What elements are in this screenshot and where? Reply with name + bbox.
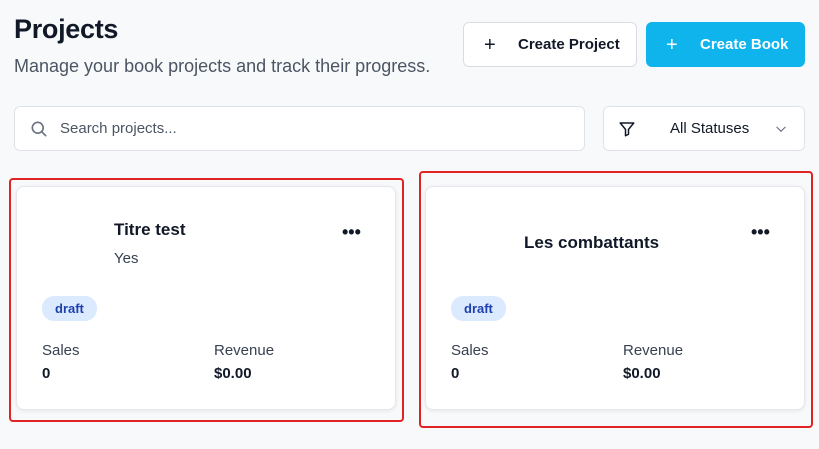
- sales-value: 0: [42, 365, 51, 382]
- project-card[interactable]: Les combattants ••• draft Sales 0 Revenu…: [425, 186, 805, 410]
- revenue-value: $0.00: [214, 365, 252, 382]
- more-options-icon[interactable]: •••: [342, 223, 361, 241]
- page-title: Projects: [14, 14, 119, 44]
- sales-value: 0: [451, 365, 460, 382]
- project-title: Les combattants: [524, 233, 660, 252]
- create-book-button[interactable]: + Create Book: [646, 22, 805, 67]
- status-filter-value: All Statuses: [670, 120, 750, 137]
- sales-label: Sales: [42, 342, 80, 359]
- search-icon: [31, 121, 47, 136]
- sales-label: Sales: [451, 342, 489, 359]
- revenue-label: Revenue: [623, 342, 684, 359]
- chevron-down-icon: [776, 126, 786, 133]
- create-book-label: Create Book: [700, 36, 789, 53]
- plus-icon: +: [666, 33, 678, 56]
- create-project-button[interactable]: + Create Project: [463, 22, 637, 67]
- project-title: Titre test: [114, 220, 186, 239]
- more-options-icon[interactable]: •••: [751, 223, 770, 241]
- status-badge: draft: [42, 296, 97, 321]
- page-subtitle: Manage your book projects and track thei…: [14, 56, 431, 76]
- plus-icon: +: [484, 33, 496, 56]
- project-card[interactable]: Titre test Yes ••• draft Sales 0 Revenue…: [16, 186, 396, 410]
- revenue-value: $0.00: [623, 365, 661, 382]
- project-subtitle: Yes: [114, 250, 139, 267]
- status-badge: draft: [451, 296, 506, 321]
- search-input[interactable]: [60, 120, 540, 137]
- create-project-label: Create Project: [518, 36, 620, 53]
- filter-icon: [619, 121, 635, 136]
- status-filter-select[interactable]: All Statuses: [603, 106, 805, 151]
- revenue-label: Revenue: [214, 342, 275, 359]
- search-box: [14, 106, 585, 151]
